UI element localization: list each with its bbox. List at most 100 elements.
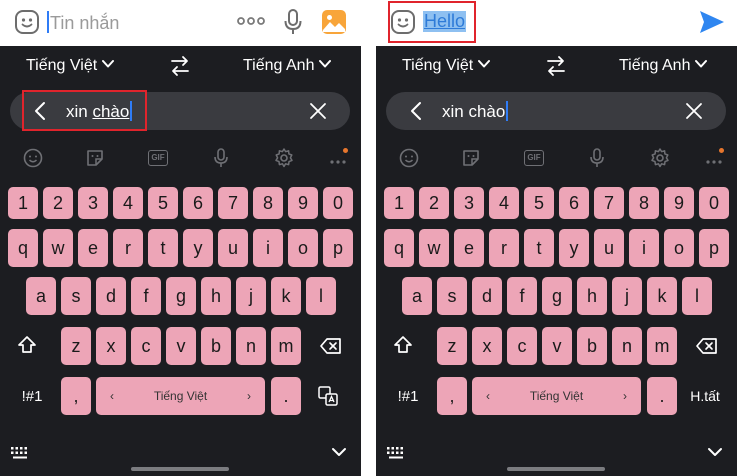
key[interactable]: m <box>271 327 301 365</box>
key[interactable]: h <box>201 277 231 315</box>
key[interactable]: 5 <box>148 187 178 219</box>
dots-icon[interactable] <box>237 14 265 28</box>
key[interactable]: y <box>183 229 213 267</box>
comma-key[interactable]: , <box>61 377 91 415</box>
mic-icon[interactable] <box>282 8 304 36</box>
key[interactable]: y <box>559 229 589 267</box>
key[interactable]: 1 <box>384 187 414 219</box>
key[interactable]: m <box>647 327 677 365</box>
key[interactable]: 0 <box>699 187 729 219</box>
key[interactable]: j <box>236 277 266 315</box>
key[interactable]: 8 <box>629 187 659 219</box>
key[interactable]: 6 <box>183 187 213 219</box>
translate-icon[interactable] <box>317 385 339 407</box>
key[interactable]: x <box>472 327 502 365</box>
source-language-dropdown[interactable]: Tiếng Việt <box>26 57 115 75</box>
key[interactable]: l <box>306 277 336 315</box>
key[interactable]: 4 <box>113 187 143 219</box>
emoji-icon[interactable] <box>22 147 44 169</box>
key[interactable]: 0 <box>323 187 353 219</box>
key[interactable]: w <box>43 229 73 267</box>
key[interactable]: d <box>472 277 502 315</box>
key[interactable]: x <box>96 327 126 365</box>
key[interactable]: p <box>323 229 353 267</box>
key[interactable]: u <box>218 229 248 267</box>
key[interactable]: 4 <box>489 187 519 219</box>
settings-gear-icon[interactable] <box>273 147 295 169</box>
settings-gear-icon[interactable] <box>649 147 671 169</box>
key[interactable]: 8 <box>253 187 283 219</box>
key[interactable]: s <box>437 277 467 315</box>
key[interactable]: o <box>664 229 694 267</box>
key[interactable]: t <box>148 229 178 267</box>
target-language-dropdown[interactable]: Tiếng Anh <box>619 57 708 75</box>
key[interactable]: o <box>288 229 318 267</box>
symbols-key[interactable]: !#1 <box>386 377 430 415</box>
done-key[interactable]: H.tất <box>682 377 728 415</box>
key[interactable]: c <box>131 327 161 365</box>
message-input[interactable]: Tin nhắn <box>47 11 119 34</box>
key[interactable]: a <box>26 277 56 315</box>
key[interactable]: l <box>682 277 712 315</box>
keyboard-icon[interactable] <box>10 446 30 460</box>
key[interactable]: v <box>166 327 196 365</box>
key[interactable]: e <box>78 229 108 267</box>
key[interactable]: a <box>402 277 432 315</box>
clear-icon[interactable] <box>309 102 327 120</box>
key[interactable]: z <box>61 327 91 365</box>
swap-icon[interactable] <box>546 55 566 77</box>
key[interactable]: 6 <box>559 187 589 219</box>
key[interactable]: 1 <box>8 187 38 219</box>
shift-icon[interactable] <box>392 334 414 356</box>
key[interactable]: 3 <box>78 187 108 219</box>
key[interactable]: d <box>96 277 126 315</box>
chevron-down-icon[interactable] <box>331 446 347 458</box>
period-key[interactable]: . <box>647 377 677 415</box>
key[interactable]: c <box>507 327 537 365</box>
key[interactable]: s <box>61 277 91 315</box>
back-icon[interactable] <box>410 101 422 121</box>
key[interactable]: n <box>612 327 642 365</box>
smiley-icon[interactable] <box>14 9 40 35</box>
key[interactable]: k <box>647 277 677 315</box>
key[interactable]: f <box>131 277 161 315</box>
chevron-down-icon[interactable] <box>707 446 723 458</box>
key[interactable]: r <box>113 229 143 267</box>
target-language-dropdown[interactable]: Tiếng Anh <box>243 57 332 75</box>
key[interactable]: w <box>419 229 449 267</box>
key[interactable]: p <box>699 229 729 267</box>
image-icon[interactable] <box>321 9 347 35</box>
backspace-icon[interactable] <box>695 336 719 356</box>
key[interactable]: b <box>201 327 231 365</box>
key[interactable]: u <box>594 229 624 267</box>
space-key[interactable]: ‹ Tiếng Việt › <box>472 377 641 415</box>
sticker-icon[interactable] <box>84 147 106 169</box>
backspace-icon[interactable] <box>319 336 343 356</box>
key[interactable]: 2 <box>419 187 449 219</box>
key[interactable]: g <box>166 277 196 315</box>
key[interactable]: r <box>489 229 519 267</box>
gif-icon[interactable]: GIF <box>524 150 544 166</box>
key[interactable]: j <box>612 277 642 315</box>
voice-input-icon[interactable] <box>210 147 232 169</box>
sticker-icon[interactable] <box>460 147 482 169</box>
key[interactable]: t <box>524 229 554 267</box>
space-key[interactable]: ‹ Tiếng Việt › <box>96 377 265 415</box>
emoji-icon[interactable] <box>398 147 420 169</box>
key[interactable]: 7 <box>594 187 624 219</box>
swap-icon[interactable] <box>170 55 190 77</box>
period-key[interactable]: . <box>271 377 301 415</box>
key[interactable]: i <box>629 229 659 267</box>
key[interactable]: n <box>236 327 266 365</box>
keyboard-icon[interactable] <box>386 446 406 460</box>
key[interactable]: 2 <box>43 187 73 219</box>
source-language-dropdown[interactable]: Tiếng Việt <box>402 57 491 75</box>
key[interactable]: e <box>454 229 484 267</box>
key[interactable]: 5 <box>524 187 554 219</box>
key[interactable]: b <box>577 327 607 365</box>
symbols-key[interactable]: !#1 <box>10 377 54 415</box>
key[interactable]: 7 <box>218 187 248 219</box>
key[interactable]: q <box>384 229 414 267</box>
key[interactable]: 9 <box>664 187 694 219</box>
clear-icon[interactable] <box>685 102 703 120</box>
